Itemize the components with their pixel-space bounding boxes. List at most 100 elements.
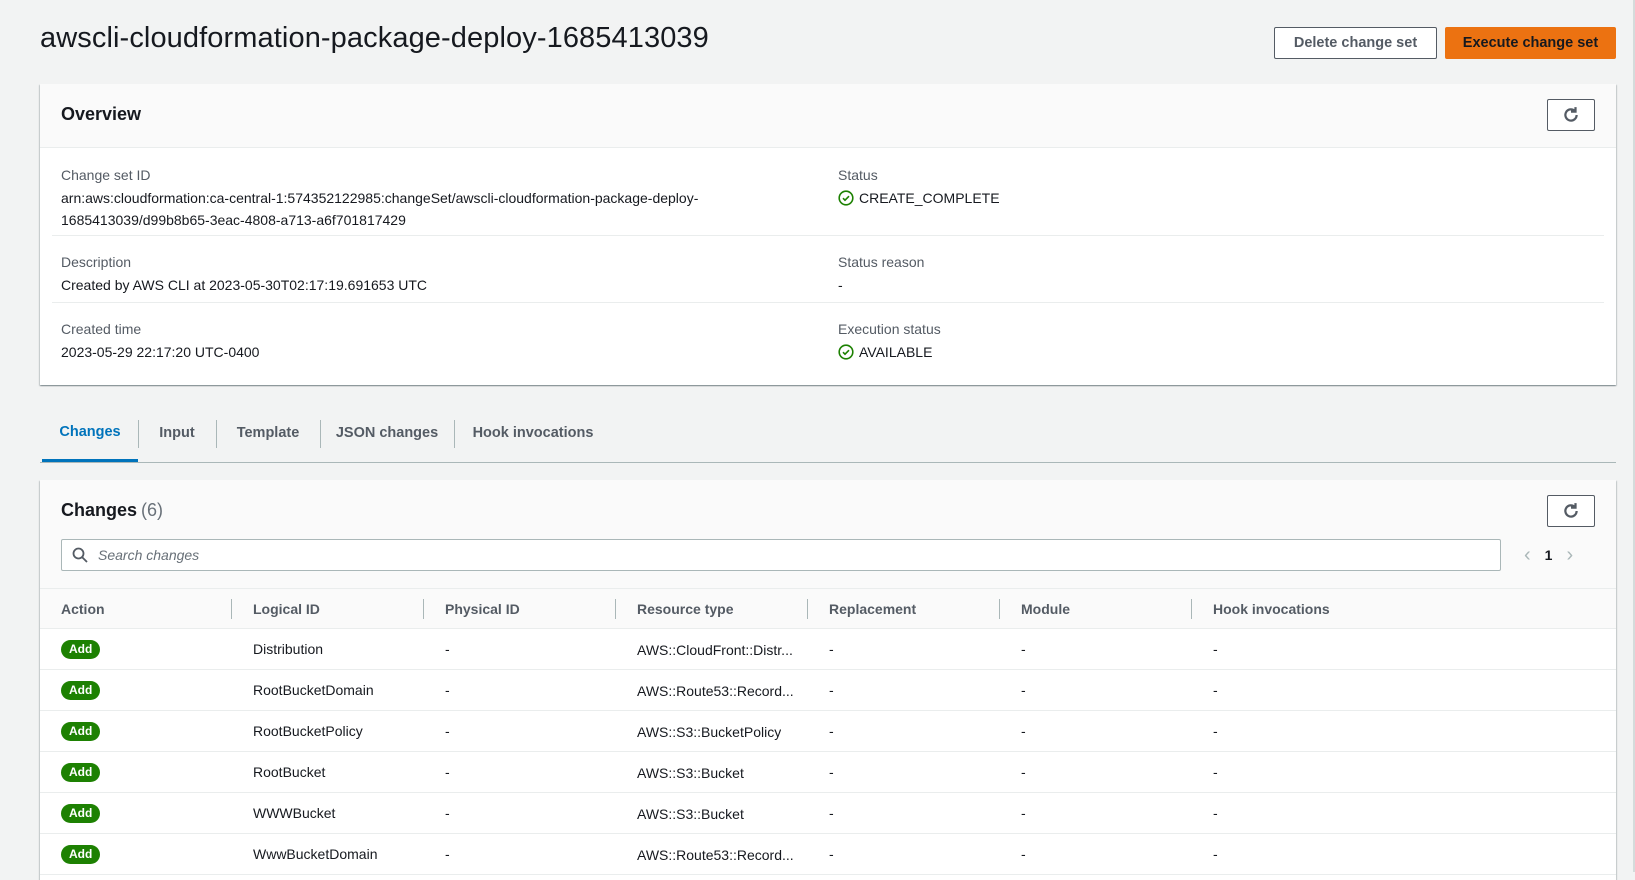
col-physical-id[interactable]: Physical ID [424, 588, 616, 629]
col-resource-type[interactable]: Resource type [616, 588, 808, 629]
physical-id-cell: - [424, 833, 616, 875]
changes-table: Action Logical ID Physical ID Resource t… [40, 588, 1616, 875]
pagination: ‹ 1 › [1524, 542, 1573, 568]
logical-id-cell: WwwBucketDomain [232, 833, 424, 875]
status-value: CREATE_COMPLETE [838, 187, 1000, 209]
physical-id-cell: - [424, 751, 616, 793]
changes-heading: Changes (6) [61, 500, 163, 521]
action-badge: Add [61, 680, 101, 700]
page-title: awscli-cloudformation-package-deploy-168… [40, 22, 709, 54]
overview-row-3: Created time 2023-05-29 22:17:20 UTC-040… [52, 303, 1604, 383]
physical-id-cell: - [424, 669, 616, 711]
refresh-icon [1564, 503, 1578, 518]
module-cell: - [1000, 710, 1192, 752]
action-badge: Add [61, 803, 101, 823]
change-set-id-value: arn:aws:cloudformation:ca-central-1:5743… [61, 187, 761, 231]
hook-cell: - [1192, 628, 1616, 670]
col-module[interactable]: Module [1000, 588, 1192, 629]
description: Description Created by AWS CLI at 2023-0… [61, 254, 427, 296]
status-reason: Status reason - [838, 254, 924, 296]
replacement-cell: - [808, 628, 1000, 670]
resource-type-cell: AWS::Route53::Record... [637, 682, 794, 699]
module-cell: - [1000, 751, 1192, 793]
execution-status: Execution status AVAILABLE [838, 321, 941, 363]
hook-cell: - [1192, 669, 1616, 711]
table-row: Add Distribution - AWS::CloudFront::Dist… [40, 628, 1616, 670]
page-number[interactable]: 1 [1545, 547, 1553, 563]
changes-heading-text: Changes [61, 500, 138, 520]
action-badge: Add [61, 721, 101, 741]
created-time-value: 2023-05-29 22:17:20 UTC-0400 [61, 344, 260, 360]
tab-template[interactable]: Template [216, 404, 320, 462]
module-cell: - [1000, 628, 1192, 670]
status-label: Status [838, 167, 878, 183]
execute-change-set-button[interactable]: Execute change set [1445, 27, 1616, 59]
overview-panel: Overview Change set ID arn:aws:cloudform… [40, 84, 1616, 385]
description-label: Description [61, 254, 132, 270]
replacement-cell: - [808, 751, 1000, 793]
action-badge: Add [61, 844, 101, 864]
overview-row-2: Description Created by AWS CLI at 2023-0… [52, 236, 1604, 303]
table-row: Add RootBucketDomain - AWS::Route53::Rec… [40, 669, 1616, 711]
search-box [61, 539, 1501, 571]
logical-id-cell: WWWBucket [232, 792, 424, 834]
logical-id-cell: RootBucket [232, 751, 424, 793]
physical-id-cell: - [424, 792, 616, 834]
action-badge: Add [61, 639, 101, 659]
resource-type-cell: AWS::Route53::Record... [637, 846, 794, 863]
delete-change-set-button[interactable]: Delete change set [1274, 27, 1437, 59]
logical-id-cell: RootBucketPolicy [232, 710, 424, 752]
col-hook-invocations[interactable]: Hook invocations [1192, 588, 1616, 629]
tab-changes[interactable]: Changes [42, 404, 138, 462]
tab-input[interactable]: Input [138, 404, 216, 462]
overview-heading: Overview [61, 104, 142, 124]
col-logical-id[interactable]: Logical ID [232, 588, 424, 629]
table-row: Add WwwBucketDomain - AWS::Route53::Reco… [40, 833, 1616, 875]
physical-id-cell: - [424, 710, 616, 752]
col-action[interactable]: Action [40, 588, 232, 629]
refresh-icon [1564, 107, 1578, 122]
hook-cell: - [1192, 792, 1616, 834]
status-reason-value: - [838, 277, 843, 293]
change-set-id-line2: 1685413039/d99b8b65-3eac-4808-a713-a6f70… [61, 212, 406, 228]
table-header-row: Action Logical ID Physical ID Resource t… [40, 588, 1616, 629]
status: Status CREATE_COMPLETE [838, 167, 1000, 209]
overview-refresh-button[interactable] [1547, 99, 1595, 131]
change-set-id-label: Change set ID [61, 167, 151, 183]
changes-header: Changes(6) ‹ 1 › [40, 480, 1616, 588]
hook-cell: - [1192, 710, 1616, 752]
replacement-cell: - [808, 833, 1000, 875]
table-row: Add RootBucket - AWS::S3::Bucket - - - [40, 751, 1616, 793]
changes-count: (6) [141, 500, 164, 520]
replacement-cell: - [808, 792, 1000, 834]
changes-refresh-button[interactable] [1547, 495, 1595, 527]
logical-id-cell: RootBucketDomain [232, 669, 424, 711]
module-cell: - [1000, 792, 1192, 834]
table-row: Add WWWBucket - AWS::S3::Bucket - - - [40, 792, 1616, 834]
execution-status-label: Execution status [838, 321, 941, 337]
tab-hook-invocations[interactable]: Hook invocations [454, 404, 612, 462]
logical-id-cell: Distribution [232, 628, 424, 670]
tab-bar: Changes Input Template JSON changes Hook… [40, 404, 1616, 463]
check-circle-icon [838, 190, 854, 206]
status-text: CREATE_COMPLETE [859, 190, 1000, 206]
hook-cell: - [1192, 751, 1616, 793]
tab-json-changes[interactable]: JSON changes [320, 404, 454, 462]
resource-type-cell: AWS::S3::Bucket [637, 764, 744, 781]
overview-row-1: Change set ID arn:aws:cloudformation:ca-… [52, 147, 1604, 236]
search-icon [72, 547, 88, 563]
changes-panel: Changes(6) ‹ 1 › Action Logical ID [40, 480, 1616, 880]
search-input[interactable] [96, 546, 1500, 564]
chevron-left-icon[interactable]: ‹ [1524, 544, 1531, 567]
resource-type-cell: AWS::S3::Bucket [637, 805, 744, 822]
col-replacement[interactable]: Replacement [808, 588, 1000, 629]
chevron-right-icon[interactable]: › [1566, 544, 1573, 567]
execution-status-text: AVAILABLE [859, 344, 933, 360]
module-cell: - [1000, 669, 1192, 711]
overview-header: Overview [40, 84, 1616, 148]
replacement-cell: - [808, 710, 1000, 752]
execution-status-value: AVAILABLE [838, 341, 941, 363]
hook-cell: - [1192, 833, 1616, 875]
resource-type-cell: AWS::CloudFront::Distr... [637, 641, 793, 658]
created-time: Created time 2023-05-29 22:17:20 UTC-040… [61, 321, 259, 363]
